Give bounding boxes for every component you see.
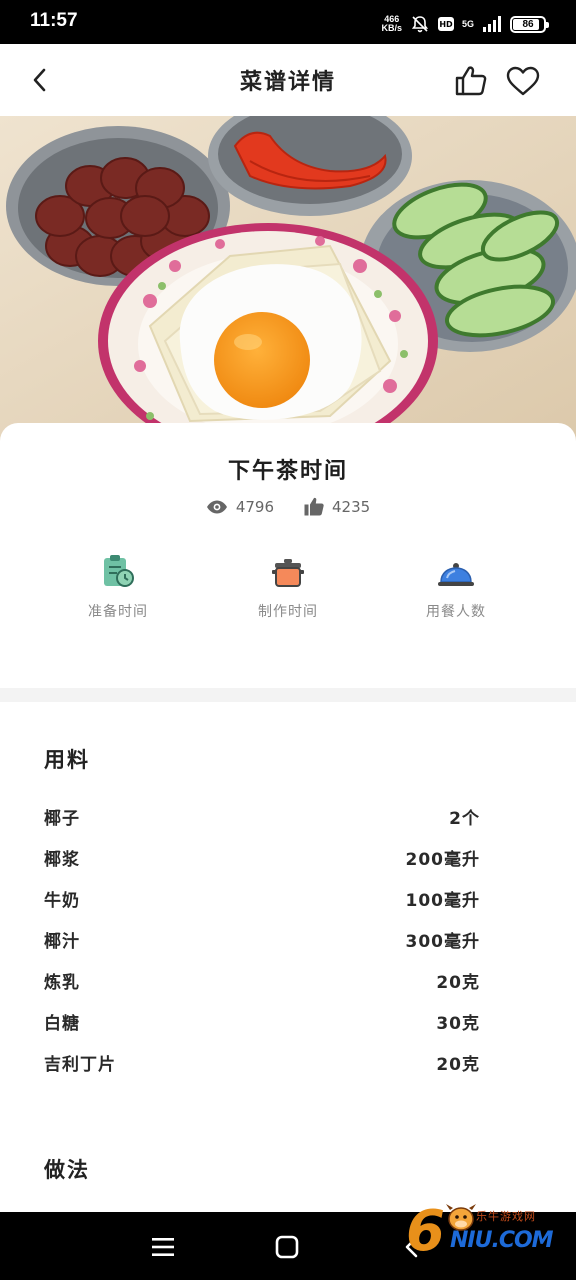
heart-icon (506, 66, 540, 96)
section-divider (0, 688, 576, 702)
battery-level: 86 (522, 18, 534, 30)
ingredient-name: 炼乳 (44, 973, 80, 993)
signal-icon (483, 16, 501, 32)
ingredient-amount: 300毫升 (405, 932, 480, 952)
favorite-button[interactable] (504, 62, 542, 100)
servings-icon-wrap (386, 549, 526, 589)
watermark-brand-big: NIU.COM (450, 1228, 554, 1253)
ingredients-title: 用料 (44, 748, 90, 772)
cook-time-icon-wrap (218, 549, 358, 589)
recents-button[interactable] (148, 1232, 178, 1262)
ingredient-name: 椰汁 (44, 932, 80, 952)
net-speed-unit: KB/s (381, 23, 402, 33)
ingredient-name: 吉利丁片 (44, 1055, 116, 1075)
ingredient-amount: 2个 (449, 809, 480, 829)
mute-bell-icon (411, 16, 429, 33)
hd-badge: HD (437, 17, 454, 31)
prep-time-label: 准备时间 (88, 604, 148, 620)
net-speed: 466 KB/s (381, 15, 402, 33)
ingredient-name: 椰子 (44, 809, 80, 829)
eye-icon (206, 500, 227, 513)
ingredient-row: 椰浆 200毫升 (44, 837, 480, 878)
ingredient-name: 牛奶 (44, 891, 80, 911)
recipe-info-row: 准备时间 制作时间 用餐人数 (0, 549, 576, 629)
cook-time-item: 制作时间 (218, 549, 358, 621)
watermark-digit: 6 (406, 1199, 445, 1264)
ingredient-amount: 200毫升 (405, 850, 480, 870)
home-button[interactable] (272, 1232, 302, 1262)
ingredient-row: 椰子 2个 (44, 796, 480, 837)
recipe-stats: 4796 4235 (0, 497, 576, 516)
status-icons: 466 KB/s HD 5G 86 (381, 12, 549, 36)
ingredient-amount: 30克 (436, 1014, 480, 1034)
recipe-name: 下午茶时间 (227, 459, 348, 484)
network-type: 5G (462, 19, 474, 29)
ingredient-row: 吉利丁片 20克 (44, 1042, 480, 1083)
thumbs-up-icon (455, 66, 487, 96)
servings-label: 用餐人数 (426, 604, 486, 620)
ingredient-row: 牛奶 100毫升 (44, 878, 480, 919)
prep-time-item: 准备时间 (48, 549, 188, 621)
ingredient-amount: 100毫升 (405, 891, 480, 911)
likes-stat: 4235 (304, 497, 370, 516)
thumbs-up-filled-icon (304, 497, 324, 516)
servings-item: 用餐人数 (386, 549, 526, 621)
cook-time-label: 制作时间 (258, 604, 318, 620)
ingredient-row: 炼乳 20克 (44, 960, 480, 1001)
food-cloche-icon (438, 563, 474, 586)
ingredients-section: 用料 椰子 2个 椰浆 200毫升 牛奶 100毫升 椰汁 300毫升 炼乳 2… (0, 702, 576, 1212)
recipe-summary-card: 下午茶时间 4796 4235 准备时间 制作时间 用餐人数 (0, 423, 576, 688)
like-button[interactable] (452, 62, 490, 100)
home-square-icon (275, 1235, 299, 1259)
clipboard-clock-icon (104, 555, 134, 587)
steps-title: 做法 (44, 1158, 90, 1182)
pot-icon (272, 559, 304, 587)
ingredient-amount: 20克 (436, 973, 480, 993)
app-header: 菜谱详情 (0, 44, 576, 116)
ingredient-amount: 20克 (436, 1055, 480, 1075)
watermark-brand-small: 乐牛游戏网 (476, 1210, 536, 1223)
ingredients-list: 椰子 2个 椰浆 200毫升 牛奶 100毫升 椰汁 300毫升 炼乳 20克 … (44, 796, 480, 1083)
ingredient-row: 椰汁 300毫升 (44, 919, 480, 960)
ingredient-row: 白糖 30克 (44, 1001, 480, 1042)
menu-icon (152, 1238, 174, 1256)
ingredient-name: 白糖 (44, 1014, 80, 1034)
network-label: 5G (461, 19, 474, 29)
battery-indicator: 86 (510, 15, 549, 33)
status-bar: 11:57 466 KB/s HD 5G 86 (0, 0, 576, 44)
likes-count: 4235 (332, 497, 371, 516)
recipe-photo-illustration (0, 116, 576, 442)
views-count: 4796 (235, 497, 274, 516)
ingredient-name: 椰浆 (44, 850, 80, 870)
recipe-photo (0, 116, 576, 442)
prep-time-icon-wrap (48, 549, 188, 589)
watermark-logo: 6 乐牛游戏网 NIU.COM (404, 1202, 574, 1264)
status-time: 11:57 (30, 10, 78, 31)
views-stat: 4796 (206, 497, 274, 516)
